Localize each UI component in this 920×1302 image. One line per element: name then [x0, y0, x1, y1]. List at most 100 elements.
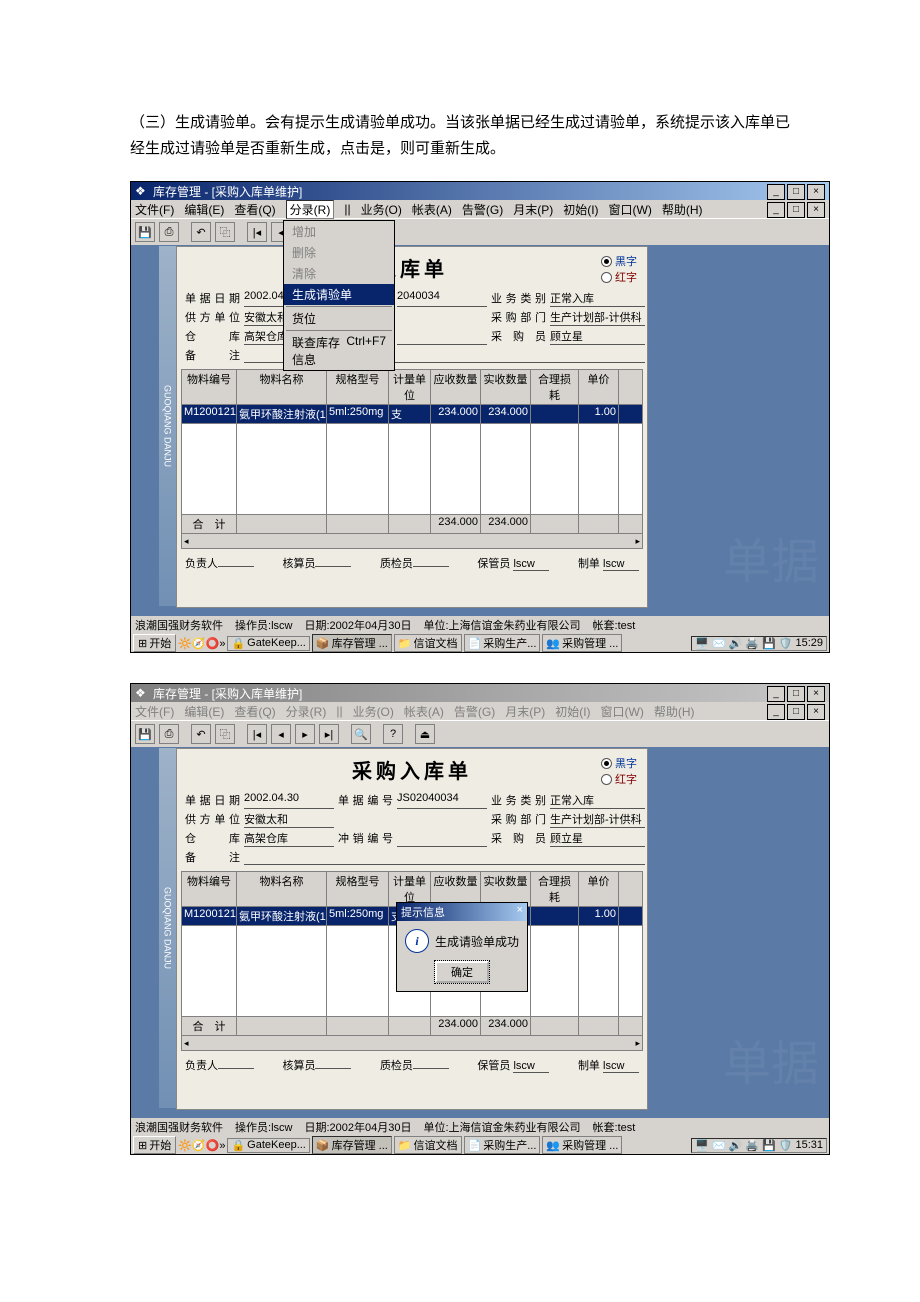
- tray-icon[interactable]: ⭕: [206, 1140, 220, 1152]
- menu-report[interactable]: 帐表(A): [412, 201, 452, 218]
- child-minimize-button[interactable]: _: [767, 202, 785, 218]
- tray-icon[interactable]: 🖥️: [695, 1139, 709, 1152]
- radio-red[interactable]: 红字: [601, 771, 637, 787]
- task-item[interactable]: 🔒 GateKeep...: [227, 636, 309, 651]
- child-minimize-button[interactable]: _: [767, 704, 785, 720]
- maximize-button[interactable]: □: [787, 686, 805, 702]
- tray-icon[interactable]: »: [219, 1140, 225, 1152]
- field-remark[interactable]: [244, 849, 645, 865]
- tray-icon[interactable]: 🔆: [178, 638, 192, 650]
- tray-icon[interactable]: ⭕: [206, 638, 220, 650]
- dd-generate[interactable]: 生成请验单: [284, 284, 394, 305]
- tray-icon[interactable]: 💾: [762, 1139, 776, 1152]
- first-icon[interactable]: |◂: [247, 222, 267, 242]
- field-buyer[interactable]: 顾立星: [550, 328, 645, 345]
- menu-split[interactable]: 分录(R): [286, 200, 335, 219]
- ok-button[interactable]: 确定: [435, 961, 489, 983]
- task-item[interactable]: 👥 采购管理 ...: [542, 634, 622, 652]
- tray-icon[interactable]: 🖨️: [745, 637, 759, 650]
- radio-red[interactable]: 红字: [601, 269, 637, 285]
- next-icon[interactable]: ▸: [295, 724, 315, 744]
- child-close-button[interactable]: ×: [807, 202, 825, 218]
- task-item[interactable]: 📄 采购生产...: [464, 1136, 541, 1154]
- field-rush[interactable]: [397, 328, 487, 345]
- task-item[interactable]: 📁 信谊文档: [394, 634, 462, 652]
- menu-edit[interactable]: 编辑(E): [184, 201, 224, 218]
- help-icon[interactable]: ?: [383, 724, 403, 744]
- menu-file[interactable]: 文件(F): [135, 201, 174, 218]
- radio-black[interactable]: 黑字: [601, 253, 637, 269]
- save-icon[interactable]: 💾: [135, 724, 155, 744]
- field-dept[interactable]: 生产计划部-计供科: [550, 811, 645, 828]
- field-supplier[interactable]: 安徽太和: [244, 811, 334, 828]
- field-type[interactable]: 正常入库: [550, 792, 645, 809]
- menu-alert[interactable]: 告警(G): [462, 201, 503, 218]
- tray-icon[interactable]: 🛡️: [779, 1139, 793, 1152]
- tray-icon[interactable]: ✉️: [712, 637, 726, 650]
- last-icon[interactable]: ▸|: [319, 724, 339, 744]
- tray-icon[interactable]: 🔊: [729, 637, 743, 650]
- maximize-button[interactable]: □: [787, 184, 805, 200]
- menu-month[interactable]: 月末(P): [513, 201, 553, 218]
- menu-help[interactable]: 帮助(H): [662, 201, 703, 218]
- tray-icon[interactable]: 🧭: [192, 638, 206, 650]
- dd-delete[interactable]: 删除: [284, 242, 394, 263]
- tray-icon[interactable]: 🔆: [178, 1140, 192, 1152]
- field-buyer[interactable]: 顾立星: [550, 830, 645, 847]
- start-button[interactable]: ⊞开始: [133, 634, 176, 652]
- menu-biz[interactable]: 业务(O): [361, 201, 402, 218]
- tray-icon[interactable]: ✉️: [712, 1139, 726, 1152]
- tray-icon[interactable]: 🧭: [192, 1140, 206, 1152]
- menu-window[interactable]: 窗口(W): [609, 201, 652, 218]
- find-icon[interactable]: 🔍: [351, 724, 371, 744]
- table-row[interactable]: M1200121氨甲环酸注射液(15ml:250mg支234.000234.00…: [181, 405, 643, 424]
- menu-init[interactable]: 初始(I): [563, 201, 598, 218]
- task-item[interactable]: 📄 采购生产...: [464, 634, 541, 652]
- task-item[interactable]: 🔒 GateKeep...: [227, 1138, 309, 1153]
- prev-icon[interactable]: ◂: [271, 724, 291, 744]
- undo-icon[interactable]: ↶: [191, 724, 211, 744]
- child-close-button[interactable]: ×: [807, 704, 825, 720]
- tray-icon[interactable]: »: [219, 638, 225, 650]
- hscrollbar[interactable]: ◂▸: [181, 534, 643, 549]
- menu-view[interactable]: 查看(Q): [234, 201, 275, 218]
- copy-icon[interactable]: ⿻: [215, 724, 235, 744]
- tray-icon[interactable]: 🖥️: [695, 637, 709, 650]
- tray-icon[interactable]: 🛡️: [779, 637, 793, 650]
- task-item[interactable]: 📁 信谊文档: [394, 1136, 462, 1154]
- task-item[interactable]: 📦 库存管理 ...: [312, 634, 392, 652]
- field-no[interactable]: JS02040034: [397, 792, 487, 809]
- field-date[interactable]: 2002.04.30: [244, 792, 334, 809]
- hscrollbar[interactable]: ◂▸: [181, 1036, 643, 1051]
- save-icon[interactable]: 💾: [135, 222, 155, 242]
- tray-icon[interactable]: 💾: [762, 637, 776, 650]
- first-icon[interactable]: |◂: [247, 724, 267, 744]
- field-type[interactable]: 正常入库: [550, 290, 645, 307]
- print-icon[interactable]: ⎙: [159, 222, 179, 242]
- print-icon[interactable]: ⎙: [159, 724, 179, 744]
- task-item[interactable]: 👥 采购管理 ...: [542, 1136, 622, 1154]
- dd-location[interactable]: 货位: [284, 308, 394, 329]
- dialog-close-icon[interactable]: ×: [517, 904, 523, 920]
- undo-icon[interactable]: ↶: [191, 222, 211, 242]
- field-no[interactable]: 2040034: [397, 290, 487, 307]
- tray-icon[interactable]: 🖨️: [745, 1139, 759, 1152]
- dd-clear[interactable]: 清除: [284, 263, 394, 284]
- tray-icon[interactable]: 🔊: [729, 1139, 743, 1152]
- radio-black[interactable]: 黑字: [601, 755, 637, 771]
- dd-stock[interactable]: 联查库存信息Ctrl+F7: [284, 332, 394, 370]
- close-button[interactable]: ×: [807, 686, 825, 702]
- exit-icon[interactable]: ⏏: [415, 724, 435, 744]
- minimize-button[interactable]: _: [767, 686, 785, 702]
- field-dept[interactable]: 生产计划部-计供科: [550, 309, 645, 326]
- minimize-button[interactable]: _: [767, 184, 785, 200]
- start-button[interactable]: ⊞开始: [133, 1136, 176, 1154]
- child-maximize-button[interactable]: □: [787, 202, 805, 218]
- task-item[interactable]: 📦 库存管理 ...: [312, 1136, 392, 1154]
- field-wh[interactable]: 高架仓库: [244, 830, 334, 847]
- copy-icon[interactable]: ⿻: [215, 222, 235, 242]
- dd-add[interactable]: 增加: [284, 221, 394, 242]
- child-maximize-button[interactable]: □: [787, 704, 805, 720]
- close-button[interactable]: ×: [807, 184, 825, 200]
- field-rush[interactable]: [397, 830, 487, 847]
